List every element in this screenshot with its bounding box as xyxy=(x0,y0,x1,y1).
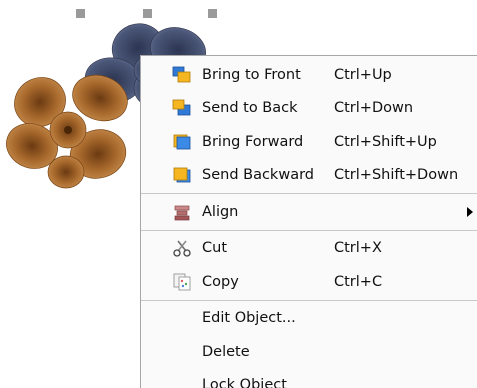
selection-handle-center[interactable] xyxy=(143,9,152,18)
selection-handle-left[interactable] xyxy=(76,9,85,18)
copy-icon xyxy=(171,272,193,292)
align-icon xyxy=(171,202,193,222)
menu-item-copy[interactable]: Copy Ctrl+C xyxy=(141,265,477,299)
menu-item-label: Delete xyxy=(202,343,250,360)
design-canvas[interactable]: Bring to Front Ctrl+Up Send to Back Ctrl… xyxy=(0,0,477,388)
menu-item-shortcut: Ctrl+C xyxy=(334,273,383,290)
menu-item-label: Send to Back xyxy=(202,100,298,117)
menu-separator xyxy=(141,229,477,231)
menu-item-label: Bring to Front xyxy=(202,66,301,83)
menu-item-label: Cut xyxy=(202,240,227,257)
bring-to-front-icon xyxy=(171,65,193,85)
menu-item-label: Copy xyxy=(202,273,239,290)
menu-item-send-to-back[interactable]: Send to Back Ctrl+Down xyxy=(141,92,477,126)
context-menu: Bring to Front Ctrl+Up Send to Back Ctrl… xyxy=(140,55,477,388)
send-to-back-icon xyxy=(171,98,193,118)
brown-flower-image[interactable] xyxy=(2,64,142,194)
menu-item-bring-forward[interactable]: Bring Forward Ctrl+Shift+Up xyxy=(141,125,477,159)
menu-item-align[interactable]: Align xyxy=(141,195,477,229)
menu-item-shortcut: Ctrl+Up xyxy=(334,66,392,83)
menu-separator xyxy=(141,299,477,301)
cut-icon xyxy=(171,238,193,258)
menu-item-lock-object[interactable]: Lock Object xyxy=(141,369,477,388)
selection-handle-right[interactable] xyxy=(208,9,217,18)
submenu-arrow-icon xyxy=(467,206,473,217)
menu-item-label: Send Backward xyxy=(202,167,314,184)
menu-separator xyxy=(141,193,477,194)
menu-item-label: Bring Forward xyxy=(202,133,304,150)
send-backward-icon xyxy=(171,165,193,185)
bring-forward-icon xyxy=(171,132,193,152)
menu-item-send-backward[interactable]: Send Backward Ctrl+Shift+Down xyxy=(141,159,477,193)
menu-item-cut[interactable]: Cut Ctrl+X xyxy=(141,232,477,266)
menu-item-shortcut: Ctrl+X xyxy=(334,240,382,257)
menu-item-shortcut: Ctrl+Shift+Up xyxy=(334,133,437,150)
menu-item-edit-object[interactable]: Edit Object... xyxy=(141,302,477,336)
menu-item-label: Align xyxy=(202,203,239,220)
menu-item-delete[interactable]: Delete xyxy=(141,335,477,369)
menu-item-shortcut: Ctrl+Shift+Down xyxy=(334,167,459,184)
menu-item-shortcut: Ctrl+Down xyxy=(334,100,414,117)
menu-item-label: Edit Object... xyxy=(202,310,296,327)
menu-item-bring-to-front[interactable]: Bring to Front Ctrl+Up xyxy=(141,58,477,92)
menu-item-label: Lock Object xyxy=(202,377,287,388)
